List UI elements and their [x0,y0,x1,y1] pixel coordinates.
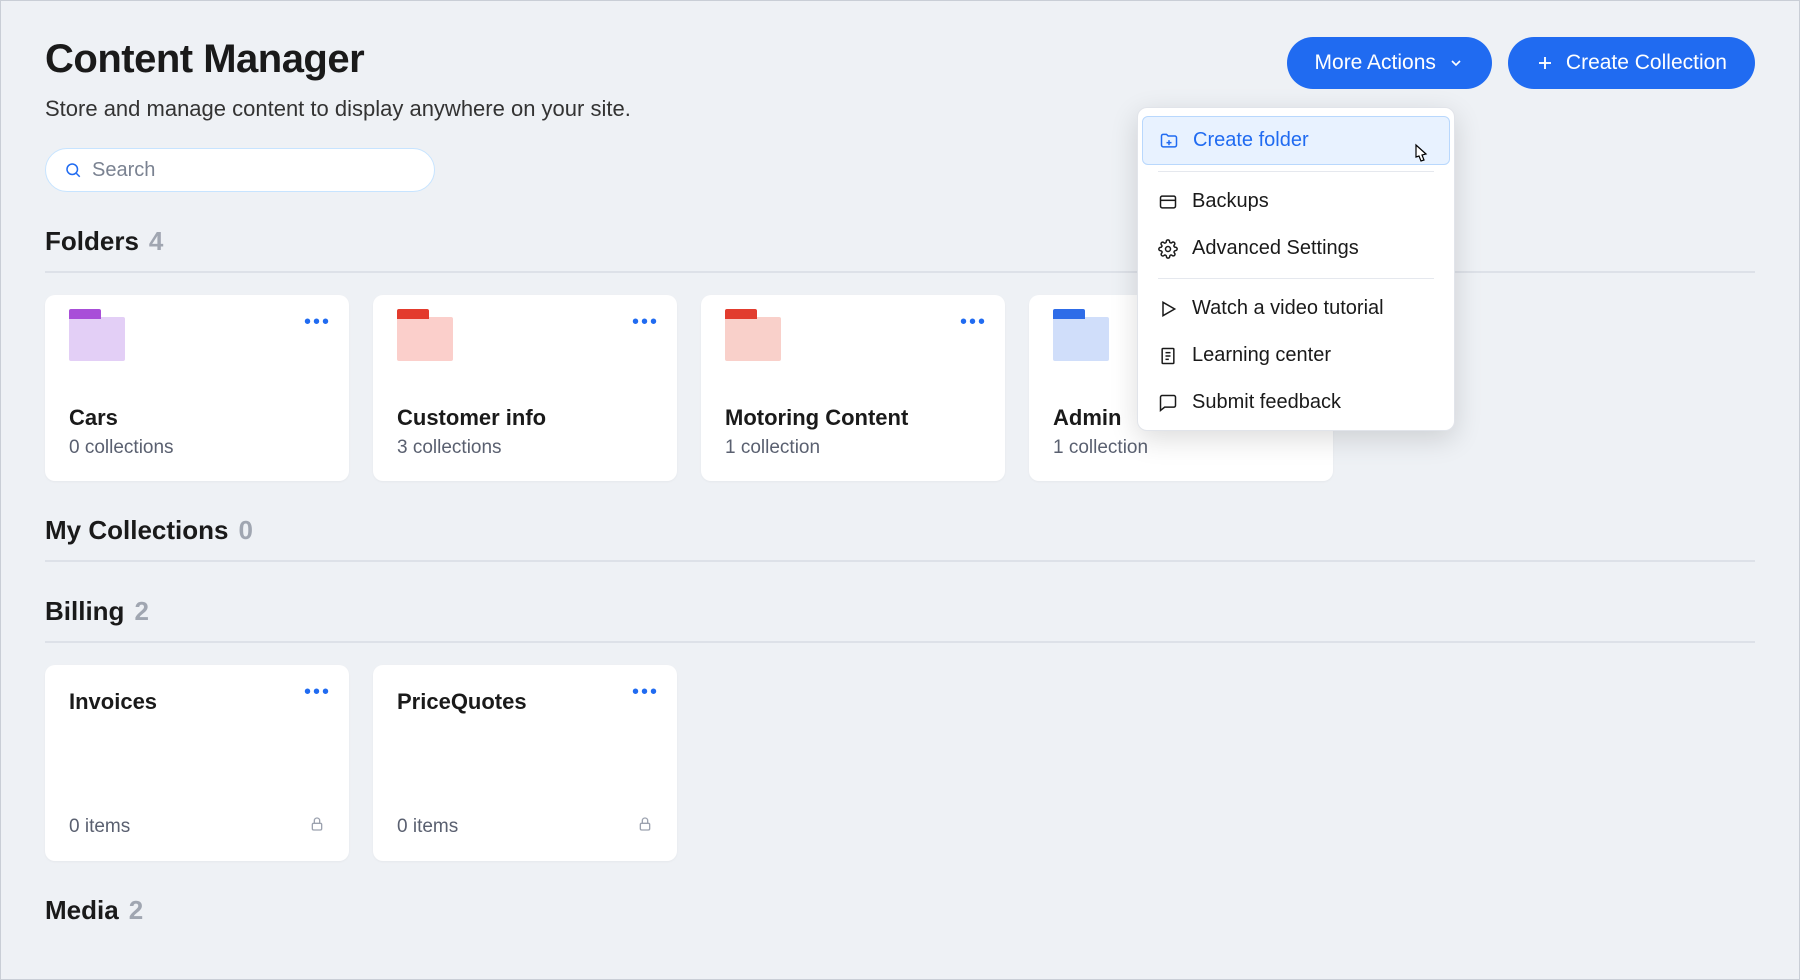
section-count: 0 [238,515,252,546]
folder-card-customer-info[interactable]: ••• Customer info 3 collections [373,295,677,481]
section-title: Folders [45,226,139,257]
dropdown-item-label: Create folder [1193,129,1309,152]
more-actions-dropdown: Create folder Backups Advanced Settings … [1137,107,1455,431]
lock-icon [309,815,325,839]
folder-icon [397,317,453,361]
search-input-wrap[interactable] [45,148,435,192]
chat-icon [1158,393,1178,413]
media-section-header: Media 2 [45,895,1755,926]
card-more-icon[interactable]: ••• [304,681,331,704]
folder-name: Cars [69,405,325,431]
collection-name: Invoices [69,689,325,715]
dropdown-item-label: Backups [1192,190,1269,213]
folder-icon [725,317,781,361]
search-input[interactable] [92,159,416,182]
dropdown-item-label: Learning center [1192,344,1331,367]
create-collection-button[interactable]: Create Collection [1508,37,1755,89]
create-collection-label: Create Collection [1566,51,1727,75]
section-count: 2 [129,895,143,926]
folder-icon [1053,317,1109,361]
folder-plus-icon [1159,131,1179,151]
folder-card-cars[interactable]: ••• Cars 0 collections [45,295,349,481]
dropdown-backups[interactable]: Backups [1138,178,1454,225]
collection-card-pricequotes[interactable]: ••• PriceQuotes 0 items [373,665,677,861]
folder-icon [69,317,125,361]
lock-icon [637,815,653,839]
folders-section-header: Folders 4 [45,226,1755,273]
folder-sub: 0 collections [69,437,325,459]
section-count: 4 [149,226,163,257]
folder-card-motoring-content[interactable]: ••• Motoring Content 1 collection [701,295,1005,481]
dropdown-item-label: Watch a video tutorial [1192,297,1384,320]
more-actions-button[interactable]: More Actions [1287,37,1492,89]
billing-section-header: Billing 2 [45,596,1755,643]
section-title: Media [45,895,119,926]
collection-card-invoices[interactable]: ••• Invoices 0 items [45,665,349,861]
play-icon [1158,299,1178,319]
plus-icon [1536,54,1554,72]
folder-name: Customer info [397,405,653,431]
dropdown-advanced-settings[interactable]: Advanced Settings [1138,225,1454,272]
collection-sub: 0 items [397,816,458,838]
section-title: Billing [45,596,124,627]
card-more-icon[interactable]: ••• [304,311,331,334]
my-collections-section-header: My Collections 0 [45,515,1755,562]
dropdown-watch-tutorial[interactable]: Watch a video tutorial [1138,285,1454,332]
folder-sub: 3 collections [397,437,653,459]
section-count: 2 [134,596,148,627]
page-title: Content Manager [45,37,631,82]
chevron-down-icon [1448,55,1464,71]
section-title: My Collections [45,515,228,546]
dropdown-submit-feedback[interactable]: Submit feedback [1138,379,1454,426]
page-subtitle: Store and manage content to display anyw… [45,96,631,122]
gear-icon [1158,239,1178,259]
folder-sub: 1 collection [1053,437,1309,459]
card-more-icon[interactable]: ••• [960,311,987,334]
dropdown-item-label: Submit feedback [1192,391,1341,414]
dropdown-learning-center[interactable]: Learning center [1138,332,1454,379]
backups-icon [1158,192,1178,212]
collection-name: PriceQuotes [397,689,653,715]
card-more-icon[interactable]: ••• [632,311,659,334]
dropdown-separator [1158,171,1434,172]
search-icon [64,161,82,179]
document-icon [1158,346,1178,366]
dropdown-create-folder[interactable]: Create folder [1142,116,1450,165]
dropdown-item-label: Advanced Settings [1192,237,1359,260]
card-more-icon[interactable]: ••• [632,681,659,704]
collection-sub: 0 items [69,816,130,838]
folder-name: Motoring Content [725,405,981,431]
folder-sub: 1 collection [725,437,981,459]
more-actions-label: More Actions [1315,51,1436,75]
dropdown-separator [1158,278,1434,279]
